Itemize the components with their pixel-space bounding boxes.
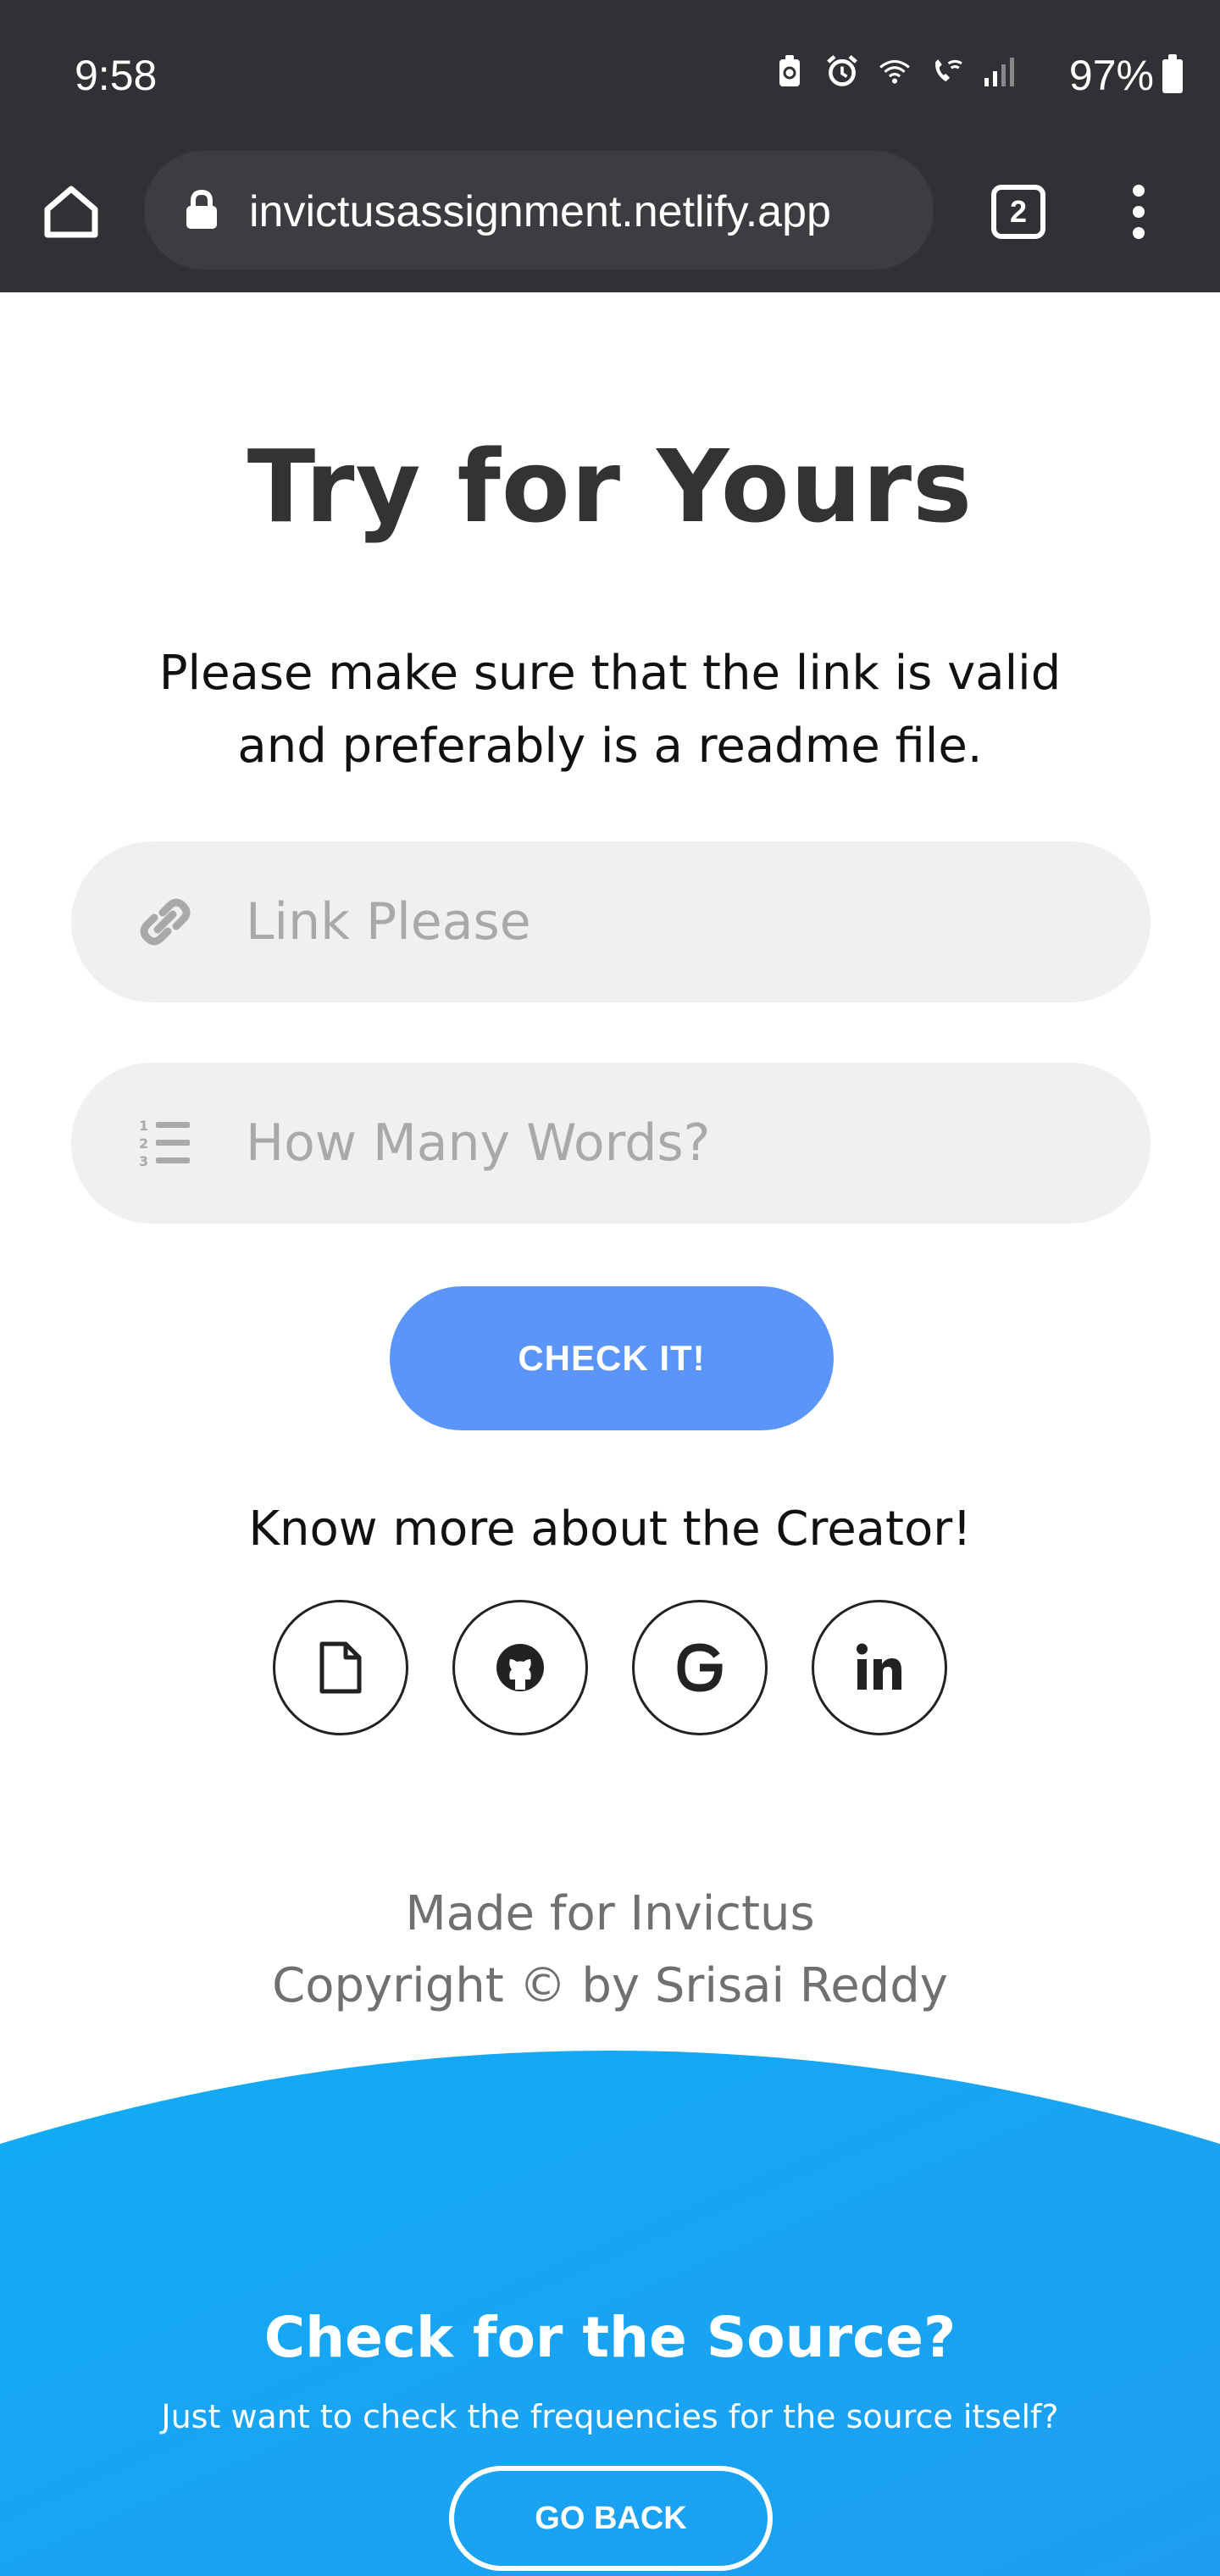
linkedin-link[interactable] — [812, 1600, 947, 1735]
status-icons — [773, 53, 1017, 90]
words-field[interactable]: 1 2 3 — [71, 1063, 1151, 1224]
wifi-calling-icon — [930, 53, 964, 90]
document-icon — [319, 1641, 362, 1694]
alarm-icon — [825, 53, 859, 90]
browser-chrome: 9:58 97% invictusassignment.netlify.app … — [0, 0, 1220, 292]
link-field[interactable] — [71, 841, 1151, 1002]
home-icon — [44, 186, 98, 238]
source-title: Check for the Source? — [263, 2305, 957, 2370]
more-options-button[interactable] — [1115, 181, 1162, 242]
svg-text:2: 2 — [139, 1135, 148, 1152]
status-bar: 9:58 97% — [0, 0, 1220, 153]
url-bar[interactable]: invictusassignment.netlify.app — [144, 151, 934, 269]
battery-icon — [1162, 54, 1183, 93]
svg-text:1: 1 — [139, 1118, 148, 1134]
wifi-icon — [878, 53, 912, 90]
made-for-text: Made for Invictus — [405, 1886, 815, 1941]
numbered-list-icon: 1 2 3 — [137, 1115, 193, 1171]
status-time: 9:58 — [75, 52, 158, 99]
words-input[interactable] — [246, 1096, 1093, 1190]
link-icon — [137, 894, 193, 950]
menu-dot — [1133, 227, 1145, 239]
resume-link[interactable] — [273, 1600, 408, 1735]
battery-saver-icon — [773, 53, 807, 90]
social-links — [273, 1600, 947, 1735]
google-link[interactable] — [632, 1600, 768, 1735]
tab-count: 2 — [1009, 194, 1028, 229]
linkedin-icon — [857, 1643, 901, 1690]
subtitle-line-1: Please make sure that the link is valid — [158, 646, 1062, 701]
copyright-text: Copyright © by Srisai Reddy — [272, 1958, 948, 2013]
check-it-button[interactable]: CHECK IT! — [390, 1286, 834, 1430]
signal-icon — [983, 53, 1017, 90]
tab-switcher-button[interactable]: 2 — [991, 185, 1045, 239]
more-vert-icon — [1133, 185, 1145, 197]
google-icon — [677, 1643, 723, 1692]
go-back-button[interactable]: GO BACK — [449, 2466, 773, 2571]
svg-text:3: 3 — [139, 1153, 148, 1169]
page-title: Try for Yours — [247, 428, 973, 545]
battery-percent: 97% — [1068, 52, 1154, 99]
subtitle-line-2: and preferably is a readme file. — [237, 719, 983, 774]
lock-icon — [185, 189, 219, 230]
github-link[interactable] — [452, 1600, 588, 1735]
github-icon — [496, 1644, 544, 1691]
url-text: invictusassignment.netlify.app — [249, 187, 831, 236]
link-input[interactable] — [246, 875, 1093, 969]
source-subtitle: Just want to check the frequencies for t… — [161, 2398, 1059, 2435]
home-button[interactable] — [39, 180, 103, 244]
page-subtitle: Please make sure that the link is valid … — [102, 637, 1118, 783]
menu-dot — [1133, 206, 1145, 218]
creator-heading: Know more about the Creator! — [248, 1502, 972, 1557]
